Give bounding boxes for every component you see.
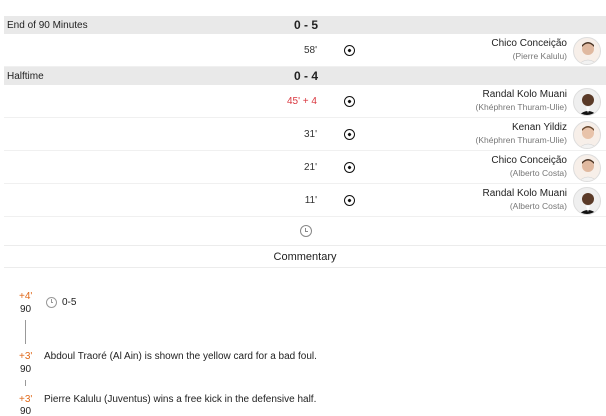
goal-event-row[interactable]: 58' Chico Conceição (Pierre Kalulu) [4,34,606,67]
period-bar-halftime: Halftime 0 - 4 [4,67,606,85]
assist-name: (Pierre Kalulu) [512,51,567,61]
event-minute: 31' [303,129,317,140]
event-minute: 45' + 4 [287,96,317,107]
commentary-minute: 90 [20,304,32,315]
scorer-name: Chico Conceição [491,155,567,166]
commentary-text: Pierre Kalulu (Juventus) wins a free kic… [44,394,317,405]
commentary-text: Abdoul Traoré (Al Ain) is shown the yell… [44,351,317,362]
scorer-name: Kenan Yildiz [511,122,567,133]
commentary-minute: 90 [20,364,32,375]
assist-name: (Khéphren Thuram-Ulie) [475,135,568,145]
clock-icon [46,297,57,308]
goal-event-row[interactable]: 11' Randal Kolo Muani (Alberto Costa) [4,184,606,217]
scorer-name: Chico Conceição [491,38,567,49]
soccer-ball-icon [344,162,355,173]
event-minute: 11' [304,195,317,206]
event-minute: 58' [303,45,317,56]
commentary-added-time: +4' [19,291,33,302]
player-avatar [573,187,601,215]
commentary-header: Commentary [4,246,606,268]
soccer-ball-icon [344,96,355,107]
goal-event-row[interactable]: 31' Kenan Yildiz (Khéphren Thuram-Ulie) [4,118,606,151]
scorer-name: Randal Kolo Muani [482,89,568,100]
period-score: 0 - 4 [294,69,319,83]
event-minute: 21' [303,162,317,173]
period-bar-end-of-90: End of 90 Minutes 0 - 5 [4,16,606,34]
player-avatar [573,88,601,116]
kickoff-row [4,218,606,246]
commentary-text: 0-5 [62,297,77,308]
player-avatar [573,37,601,65]
commentary-title: Commentary [273,251,337,263]
commentary-added-time: +3' [19,351,33,362]
period-label: Halftime [7,71,44,82]
player-avatar [573,121,601,149]
commentary-added-time: +3' [19,394,33,405]
goal-event-row[interactable]: 21' Chico Conceição (Alberto Costa) [4,151,606,184]
player-avatar [573,154,601,182]
assist-name: (Khéphren Thuram-Ulie) [475,102,568,112]
goal-event-row[interactable]: 45' + 4 Randal Kolo Muani (Khéphren Thur… [4,85,606,118]
timeline-connector [25,320,26,344]
timeline-connector [25,380,26,386]
top-strip [0,0,606,14]
soccer-ball-icon [344,195,355,206]
scorer-name: Randal Kolo Muani [482,188,568,199]
assist-name: (Alberto Costa) [509,168,567,178]
commentary-minute: 90 [20,406,32,416]
clock-icon [300,225,312,237]
period-label: End of 90 Minutes [7,20,88,31]
soccer-ball-icon [344,129,355,140]
assist-name: (Alberto Costa) [509,201,567,211]
period-score: 0 - 5 [294,18,319,32]
soccer-ball-icon [344,45,355,56]
